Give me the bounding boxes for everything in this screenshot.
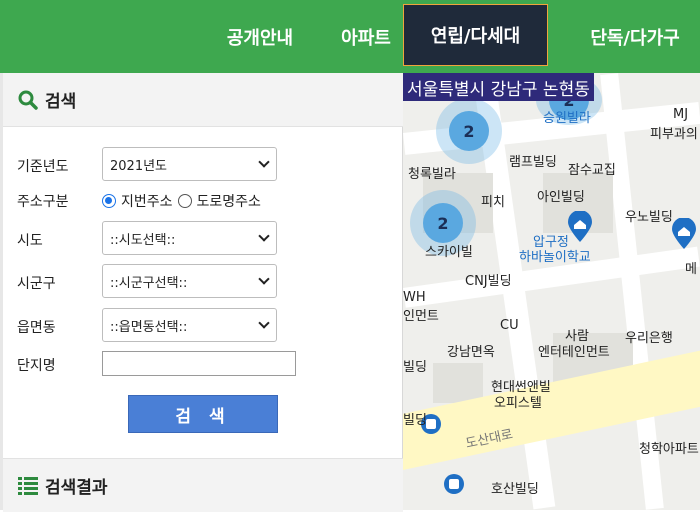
map-label: 청록빌라 [408,167,456,182]
map-cluster-count: 2 [423,203,463,243]
search-panel: 검색 기준년도 2021년도 주소구분 지번주소 도로명주소 시도 ::시도선택… [3,73,403,512]
map-label: 아인빌딩 [537,190,585,205]
radio-road-address-label: 도로명주소 [196,194,261,210]
sido-label: 시도 [17,233,43,249]
search-panel-header: 검색 [3,73,403,127]
map-label: 램프빌딩 [509,155,557,170]
search-results-title: 검색결과 [45,478,108,498]
map-label: CU [500,318,519,333]
eupmyeondong-select[interactable]: ::읍면동선택:: [102,308,277,342]
search-results-header: 검색결과 [3,458,403,512]
address-type-label: 주소구분 [17,194,69,210]
map-label: CNJ빌딩 [465,274,512,289]
school-pin-icon[interactable] [670,217,698,250]
map-label: 스카이빌 [425,245,473,260]
year-select[interactable]: 2021년도 [102,147,277,181]
radio-road-address[interactable] [177,194,192,208]
map-label: 메 [685,262,697,277]
eupmyeondong-label: 읍면동 [17,320,56,336]
chevron-down-icon [258,317,270,329]
sido-select-value: ::시도선택:: [110,232,176,248]
map-label: 빌딩 [403,360,427,375]
chevron-down-icon [258,230,270,242]
map-label: 빌딩 [403,413,427,428]
map-region-label: 서울특별시 강남구 논현동 [403,73,594,101]
eupmyeondong-select-value: ::읍면동선택:: [110,319,188,335]
map-label: 오피스텔 [494,396,542,411]
nav-item-row-house[interactable]: 연립/다세대 [403,4,548,66]
search-icon [17,89,39,111]
sido-select[interactable]: ::시도선택:: [102,221,277,255]
map-label: 우리은행 [625,331,673,346]
map-label: 우노빌딩 [625,210,673,225]
map-label: WH [403,290,426,305]
sigungu-select-value: ::시군구선택:: [110,275,188,291]
map-label: 하바놀이학교 [519,250,591,265]
sigungu-select[interactable]: ::시군구선택:: [102,264,277,298]
top-nav-bar: 공개안내 아파트 연립/다세대 단독/다가구 [0,0,700,73]
bus-stop-icon[interactable] [443,473,465,497]
map-label: 승원빌라 [543,111,591,126]
map-view[interactable]: 서울특별시 강남구 논현동 2 2 2 승원빌라 MJ 피부과의 청록빌라 램프… [403,73,700,510]
nav-item-detached-house[interactable]: 단독/다가구 [575,0,695,73]
nav-item-public-notice[interactable]: 공개안내 [210,0,310,73]
nav-item-apartment[interactable]: 아파트 [328,0,404,73]
map-label: 호산빌딩 [491,482,539,497]
map-label: MJ [673,107,689,122]
complex-name-label: 단지명 [17,358,56,374]
sigungu-label: 시군구 [17,276,56,292]
map-block [433,363,483,403]
map-label: 강남면옥 [447,345,495,360]
map-label: 피부과의 [650,127,698,142]
search-panel-title: 검색 [45,92,77,112]
radio-lot-address-label: 지번주소 [121,194,173,210]
chevron-down-icon [258,273,270,285]
map-cluster[interactable]: 2 [436,98,502,164]
search-button[interactable]: 검 색 [128,395,278,433]
list-icon [17,475,39,497]
map-label: 청학아파트 [639,442,699,457]
year-label: 기준년도 [17,159,69,175]
map-label: 인먼트 [403,309,439,324]
complex-name-input[interactable] [102,351,296,376]
school-pin-icon[interactable] [566,210,594,243]
map-label: 잠수교집 [568,163,616,178]
year-select-value: 2021년도 [110,158,168,174]
map-label: 엔터테인먼트 [538,345,610,360]
map-cluster-count: 2 [449,111,489,151]
address-type-group: 지번주소 도로명주소 [102,191,261,211]
radio-lot-address[interactable] [102,194,116,208]
map-label: 피치 [481,195,505,210]
chevron-down-icon [258,156,270,168]
